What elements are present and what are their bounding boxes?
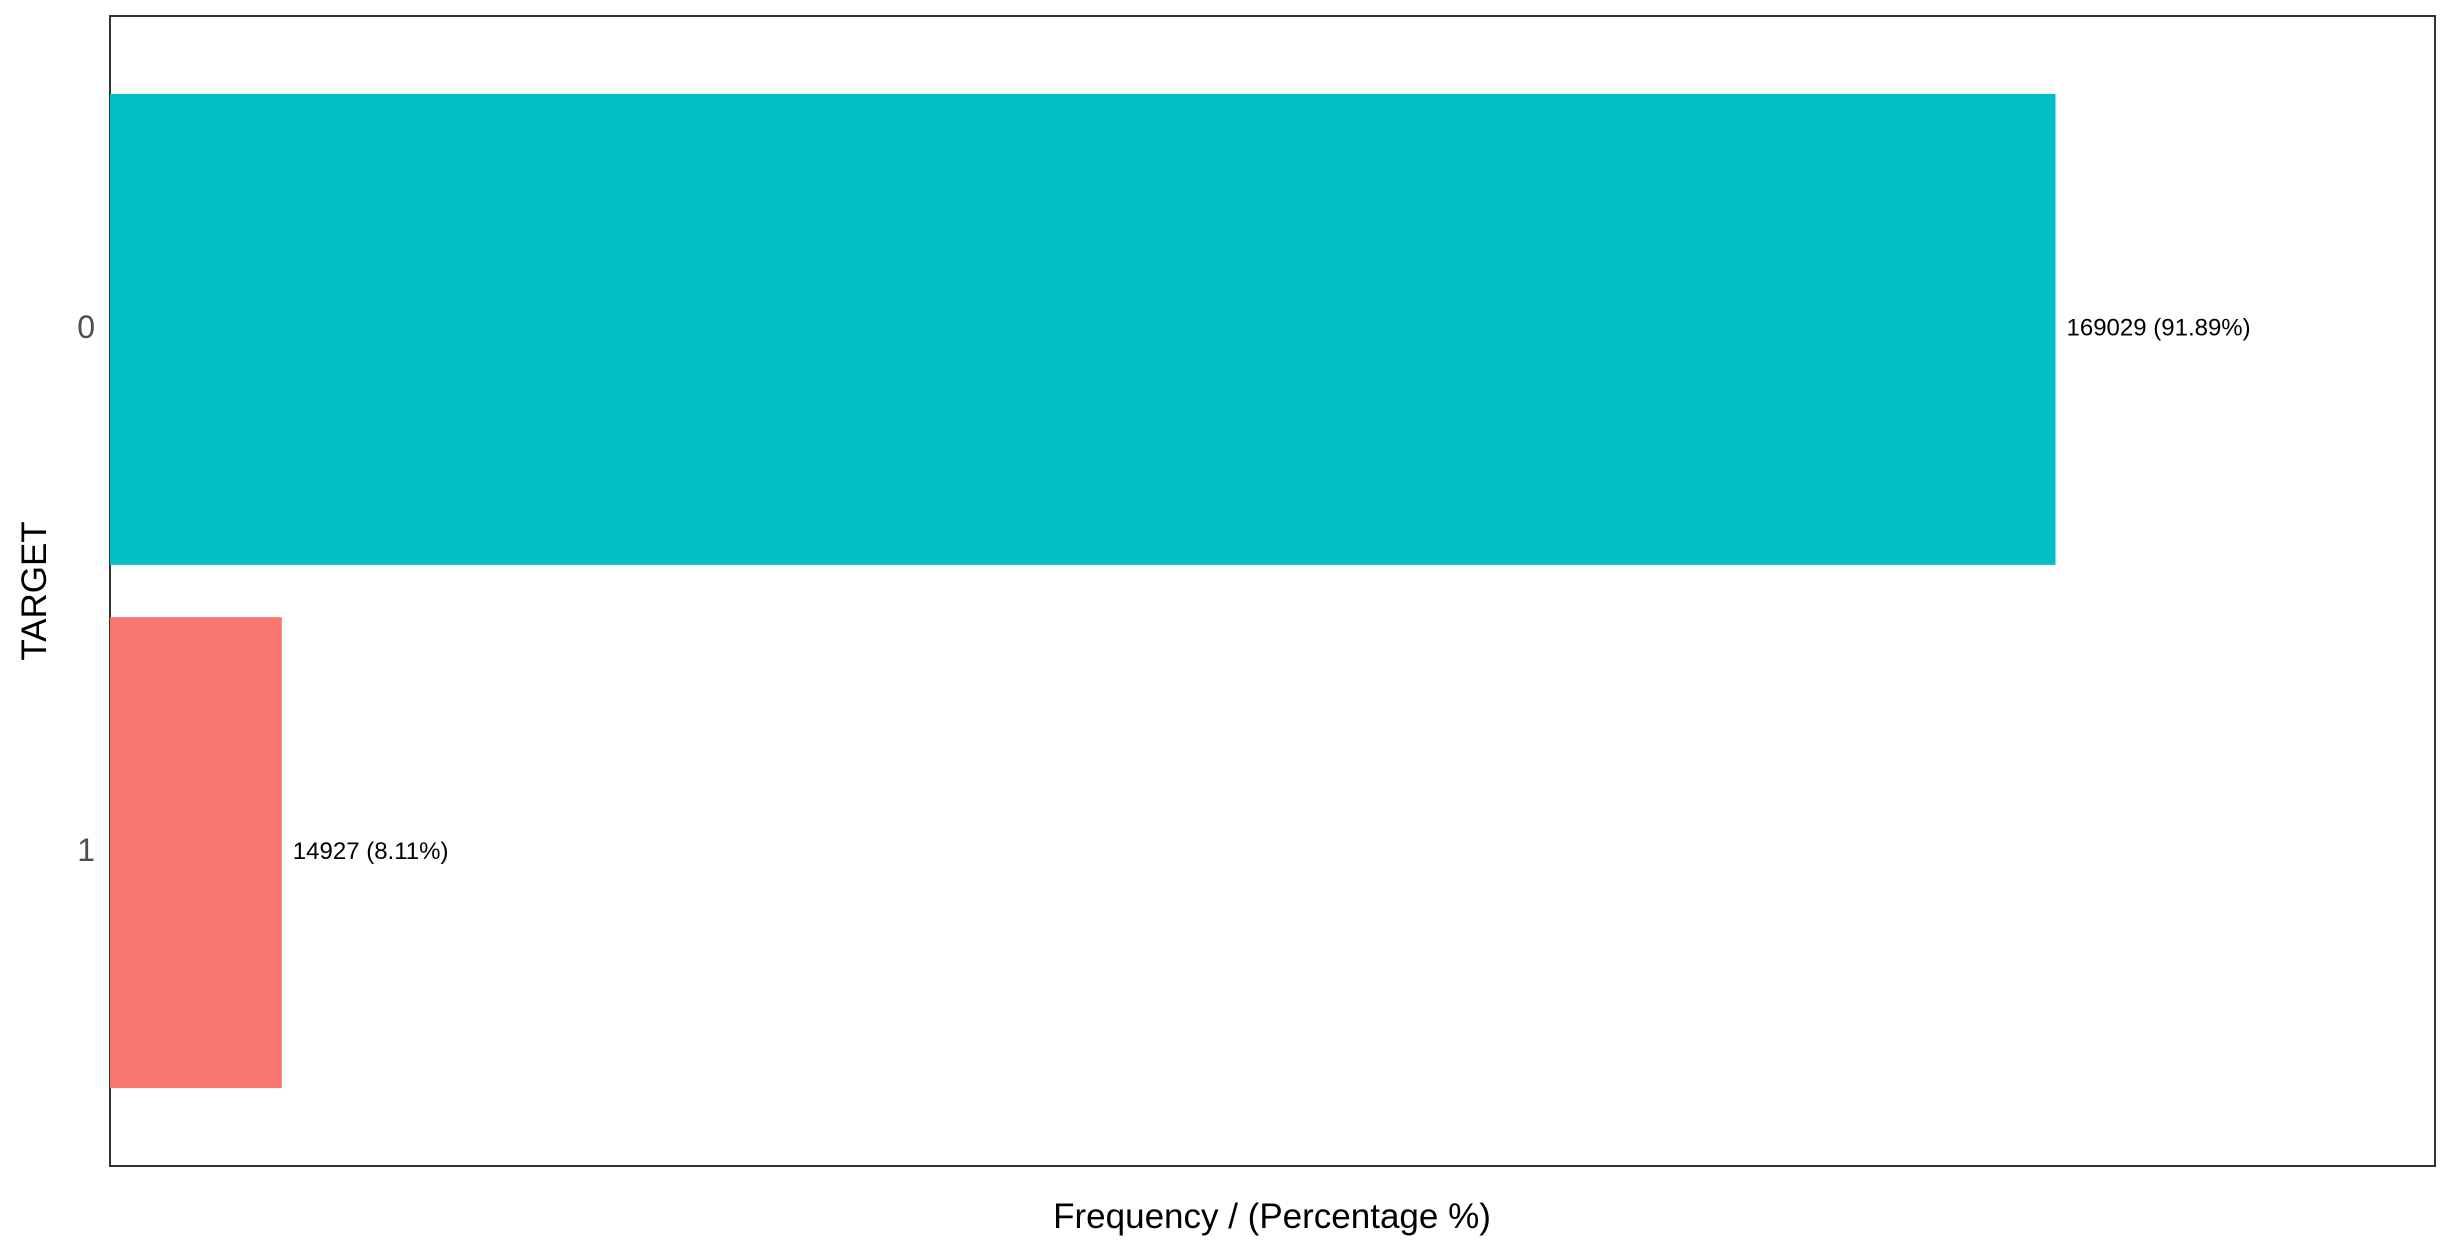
bar-chart: 169029 (91.89%)14927 (8.11%) 01 Frequenc… bbox=[15, 15, 2436, 1236]
y-tick-label-1: 1 bbox=[77, 832, 95, 868]
data-label-1: 14927 (8.11%) bbox=[293, 838, 449, 865]
y-ticks-layer: 01 bbox=[77, 309, 95, 868]
x-axis-title: Frequency / (Percentage %) bbox=[1053, 1197, 1491, 1236]
chart-container: 169029 (91.89%) 14927 (8.11%) 01 Frequenc… bbox=[0, 0, 2450, 1250]
bar-0 bbox=[110, 93, 2056, 565]
y-axis-title: TARGET bbox=[15, 521, 54, 660]
y-tick-label-0: 0 bbox=[77, 309, 95, 345]
data-label-0: 169029 (91.89%) bbox=[2067, 315, 2251, 342]
bar-1 bbox=[110, 617, 282, 1089]
